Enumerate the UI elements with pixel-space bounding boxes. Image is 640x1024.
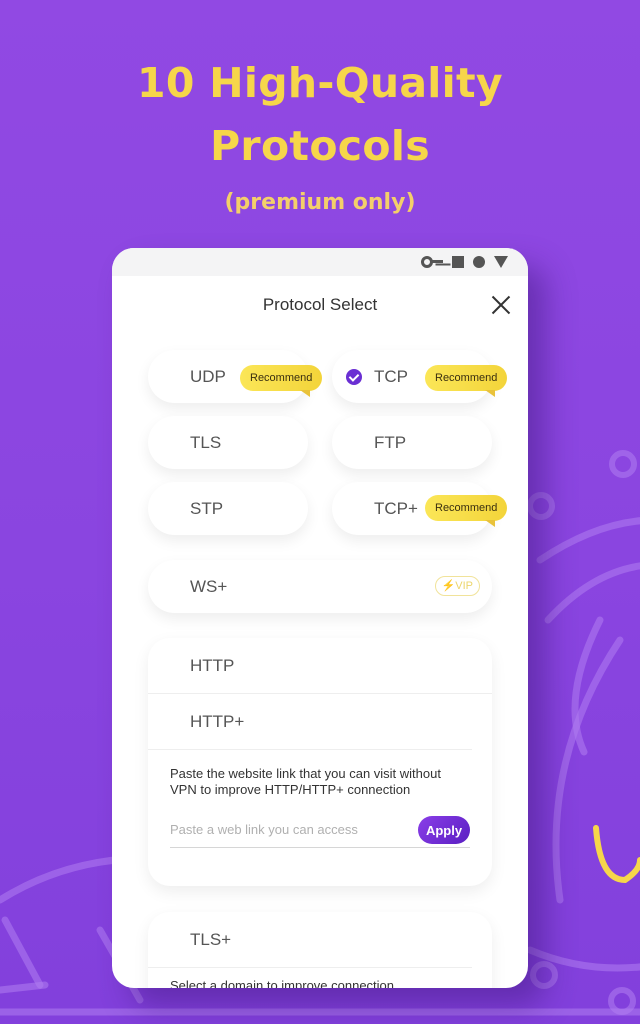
http-card: HTTP HTTP+ Paste the website link that y… xyxy=(148,638,492,886)
protocol-option-tls[interactable]: TLS xyxy=(148,416,308,469)
protocol-label: UDP xyxy=(190,366,226,386)
dialog-title: Protocol Select xyxy=(262,295,378,314)
apply-button[interactable]: Apply xyxy=(418,816,470,844)
dialog-header: Protocol Select xyxy=(112,276,528,334)
promo-headline-line2: Protocols xyxy=(210,122,430,170)
protocol-label: FTP xyxy=(374,432,407,452)
promo-headline-line1: 10 High-Quality xyxy=(137,59,503,107)
protocol-option-tcp-plus[interactable]: TCP+ Recommend xyxy=(332,482,508,535)
protocol-option-stp[interactable]: STP xyxy=(148,482,308,535)
check-circle-icon xyxy=(346,369,362,385)
promo-headline: 10 High-Quality Protocols xyxy=(0,52,640,178)
protocol-option-tcp[interactable]: TCP Recommend xyxy=(332,350,508,403)
vpn-key-icon xyxy=(421,256,443,268)
web-link-input[interactable] xyxy=(170,812,410,846)
tls-hint-text: Select a domain to improve connection xyxy=(170,978,395,988)
protocol-grid: UDP Recommend TCP Recommend TLS FTP STP … xyxy=(112,334,528,614)
protocol-label: HTTP+ xyxy=(190,711,245,731)
protocol-label: WS+ xyxy=(190,576,228,596)
protocol-option-tls-plus[interactable]: TLS+ xyxy=(148,912,472,968)
phone-screen: Protocol Select UDP Recommend TCP Recomm… xyxy=(112,248,528,988)
protocol-label: TLS+ xyxy=(190,929,232,949)
protocol-label: TCP+ xyxy=(374,498,418,518)
protocol-label: STP xyxy=(190,498,224,518)
protocol-option-ftp[interactable]: FTP xyxy=(332,416,492,469)
lightning-icon: ⚡ xyxy=(441,580,456,592)
close-icon[interactable] xyxy=(488,292,514,318)
protocol-label: TCP xyxy=(374,366,408,386)
tls-plus-card: TLS+ Select a domain to improve connecti… xyxy=(148,912,492,988)
recommend-badge: Recommend xyxy=(425,495,508,527)
protocol-label: TLS xyxy=(190,432,222,452)
protocol-label: HTTP xyxy=(190,655,235,675)
vip-badge: ⚡VIP xyxy=(434,576,480,596)
protocol-option-ws-plus[interactable]: WS+ ⚡VIP xyxy=(148,560,492,613)
http-hint-text: Paste the website link that you can visi… xyxy=(170,766,441,797)
protocol-option-http-plus[interactable]: HTTP+ xyxy=(148,694,472,750)
promo-subheadline: (premium only) xyxy=(224,190,416,215)
protocol-option-udp[interactable]: UDP Recommend xyxy=(148,350,323,403)
circle-icon xyxy=(473,256,485,268)
triangle-icon xyxy=(494,256,508,268)
recommend-badge: Recommend xyxy=(425,365,508,397)
status-bar xyxy=(112,248,528,276)
square-icon xyxy=(452,256,464,268)
recommend-badge: Recommend xyxy=(240,365,323,397)
link-input-row: Apply xyxy=(170,812,470,848)
protocol-option-http[interactable]: HTTP xyxy=(148,638,492,694)
vip-label: VIP xyxy=(455,580,473,592)
